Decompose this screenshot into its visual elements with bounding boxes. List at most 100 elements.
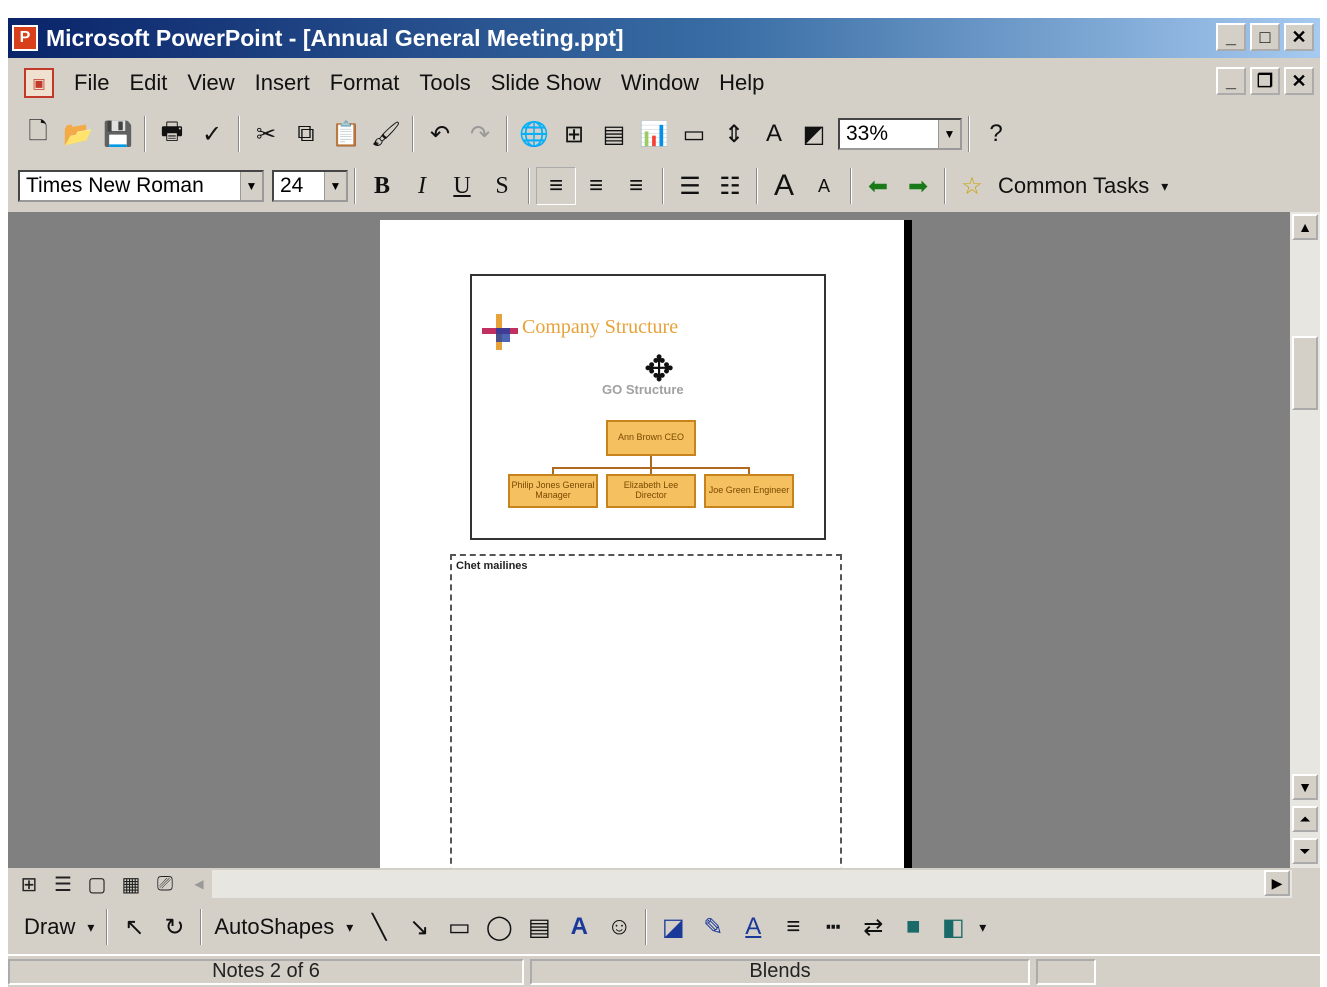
menu-edit[interactable]: Edit — [119, 70, 177, 96]
hyperlink-globe-icon[interactable]: 🌐 — [514, 115, 554, 153]
redo-icon[interactable]: ↷ — [460, 115, 500, 153]
chevron-down-icon[interactable]: ▾ — [973, 919, 992, 936]
decrease-font-size-icon[interactable]: A — [804, 167, 844, 205]
horizontal-scrollbar[interactable]: ▶ — [212, 870, 1292, 898]
document-icon[interactable]: ▣ — [24, 68, 54, 98]
outline-view-icon[interactable]: ☰ — [46, 870, 80, 898]
next-slide-icon[interactable]: ⏷ — [1292, 838, 1318, 864]
slide-thumbnail[interactable]: Company Structure GO Structure ✥ Ann Bro… — [470, 274, 826, 540]
text-box-icon[interactable]: ▤ — [519, 908, 559, 946]
minimize-button[interactable]: _ — [1216, 23, 1246, 51]
chevron-down-icon[interactable]: ▼ — [240, 172, 262, 200]
menu-slide-show[interactable]: Slide Show — [481, 70, 611, 96]
previous-slide-icon[interactable]: ⏶ — [1292, 806, 1318, 832]
save-icon[interactable]: 💾 — [98, 115, 138, 153]
doc-restore-button[interactable]: ❐ — [1250, 67, 1280, 95]
menu-help[interactable]: Help — [709, 70, 774, 96]
help-icon[interactable]: ? — [976, 115, 1016, 153]
common-tasks-star-icon[interactable]: ☆ — [952, 167, 992, 205]
numbering-icon[interactable]: ☰ — [670, 167, 710, 205]
scroll-right-icon[interactable]: ▶ — [1264, 870, 1290, 896]
autoshapes-menu-button[interactable]: AutoShapes — [208, 914, 340, 940]
shadow-style-icon[interactable]: ■ — [893, 908, 933, 946]
align-left-icon[interactable]: ≡ — [536, 167, 576, 205]
italic-icon[interactable]: I — [402, 167, 442, 205]
arrow-tool-icon[interactable]: ↘ — [399, 908, 439, 946]
menu-format[interactable]: Format — [320, 70, 410, 96]
title-bar: P Microsoft PowerPoint - [Annual General… — [8, 18, 1320, 58]
show-formatting-icon[interactable]: A — [754, 115, 794, 153]
open-folder-icon[interactable]: 📂 — [58, 115, 98, 153]
line-tool-icon[interactable]: ╲ — [359, 908, 399, 946]
notes-page: Company Structure GO Structure ✥ Ann Bro… — [380, 220, 912, 868]
new-document-icon[interactable]: 🗋 — [18, 115, 58, 153]
doc-close-button[interactable]: ✕ — [1284, 67, 1314, 95]
chevron-down-icon[interactable]: ▾ — [1155, 178, 1174, 195]
slide-show-view-icon[interactable]: ⎚ — [148, 870, 182, 898]
paste-icon[interactable]: 📋 — [326, 115, 366, 153]
underline-icon[interactable]: U — [442, 167, 482, 205]
print-icon[interactable]: 🖶 — [152, 115, 192, 153]
vertical-scrollbar[interactable]: ▲ ▼ ⏶ ⏷ — [1290, 212, 1320, 868]
insert-table-icon[interactable]: ▤ — [594, 115, 634, 153]
wordart-icon[interactable]: A — [559, 908, 599, 946]
menu-insert[interactable]: Insert — [245, 70, 320, 96]
scrollbar-thumb[interactable] — [1292, 336, 1318, 410]
expand-all-icon[interactable]: ⇕ — [714, 115, 754, 153]
zoom-select[interactable]: 33% ▼ — [838, 118, 962, 150]
arrow-style-icon[interactable]: ⇄ — [853, 908, 893, 946]
powerpoint-app-icon[interactable]: P — [12, 25, 38, 51]
font-name-select[interactable]: Times New Roman ▼ — [18, 170, 264, 202]
bold-icon[interactable]: B — [362, 167, 402, 205]
copy-icon[interactable]: ⧉ — [286, 115, 326, 153]
demote-arrow-icon[interactable]: ➡ — [898, 167, 938, 205]
tables-borders-icon[interactable]: ⊞ — [554, 115, 594, 153]
menu-tools[interactable]: Tools — [409, 70, 480, 96]
oval-tool-icon[interactable]: ◯ — [479, 908, 519, 946]
font-size-select[interactable]: 24 ▼ — [272, 170, 348, 202]
insert-clipart-icon[interactable]: ☺ — [599, 908, 639, 946]
slide-sorter-view-icon[interactable]: ▦ — [114, 870, 148, 898]
common-tasks-button[interactable]: Common Tasks — [992, 173, 1155, 199]
font-color-icon[interactable]: A — [733, 908, 773, 946]
cut-icon[interactable]: ✂ — [246, 115, 286, 153]
line-style-icon[interactable]: ≡ — [773, 908, 813, 946]
bullets-icon[interactable]: ☷ — [710, 167, 750, 205]
select-pointer-icon[interactable]: ↖ — [114, 908, 154, 946]
undo-icon[interactable]: ↶ — [420, 115, 460, 153]
grayscale-icon[interactable]: ◩ — [794, 115, 834, 153]
insert-chart-icon[interactable]: 📊 — [634, 115, 674, 153]
line-color-icon[interactable]: ✎ — [693, 908, 733, 946]
notes-placeholder[interactable]: Chet mailines — [450, 554, 842, 868]
scroll-left-icon[interactable]: ◀ — [182, 870, 216, 898]
toolbar-separator — [200, 909, 203, 945]
format-painter-icon[interactable]: 🖌 — [366, 115, 406, 153]
shadow-icon[interactable]: S — [482, 167, 522, 205]
rectangle-tool-icon[interactable]: ▭ — [439, 908, 479, 946]
menu-view[interactable]: View — [177, 70, 244, 96]
align-right-icon[interactable]: ≡ — [616, 167, 656, 205]
promote-arrow-icon[interactable]: ⬅ — [858, 167, 898, 205]
dash-style-icon[interactable]: ┅ — [813, 908, 853, 946]
menu-window[interactable]: Window — [611, 70, 709, 96]
spelling-icon[interactable]: ✓ — [192, 115, 232, 153]
draw-menu-button[interactable]: Draw — [18, 914, 81, 940]
chevron-down-icon[interactable]: ▼ — [938, 120, 960, 148]
normal-view-icon[interactable]: ⊞ — [12, 870, 46, 898]
maximize-button[interactable]: □ — [1250, 23, 1280, 51]
new-slide-icon[interactable]: ▭ — [674, 115, 714, 153]
increase-font-size-icon[interactable]: A — [764, 167, 804, 205]
chevron-down-icon[interactable]: ▾ — [81, 919, 100, 936]
chevron-down-icon[interactable]: ▾ — [340, 919, 359, 936]
3d-style-icon[interactable]: ◧ — [933, 908, 973, 946]
scroll-up-icon[interactable]: ▲ — [1292, 214, 1318, 240]
close-button[interactable]: ✕ — [1284, 23, 1314, 51]
free-rotate-icon[interactable]: ↻ — [154, 908, 194, 946]
fill-color-icon[interactable]: ◪ — [653, 908, 693, 946]
doc-minimize-button[interactable]: _ — [1216, 67, 1246, 95]
menu-file[interactable]: File — [64, 70, 119, 96]
chevron-down-icon[interactable]: ▼ — [324, 172, 346, 200]
align-center-icon[interactable]: ≡ — [576, 167, 616, 205]
scroll-down-icon[interactable]: ▼ — [1292, 774, 1318, 800]
slide-view-icon[interactable]: ▢ — [80, 870, 114, 898]
